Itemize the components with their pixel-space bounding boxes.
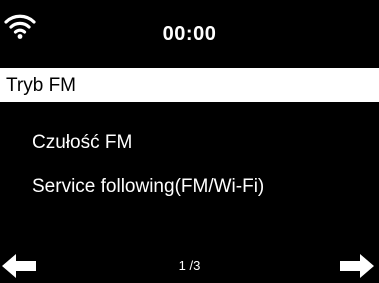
- menu-item-service-following[interactable]: Service following(FM/Wi-Fi): [32, 175, 264, 199]
- page-indicator: 1 /3: [178, 258, 201, 273]
- arrow-right-icon[interactable]: [338, 254, 374, 278]
- clock: 00:00: [162, 23, 217, 45]
- menu-title: Tryb FM: [6, 75, 77, 96]
- status-bar: 00:00: [0, 0, 379, 68]
- radio-display: 00:00 Tryb FM Czułość FM Service followi…: [0, 0, 379, 280]
- footer: 1 /3: [0, 250, 379, 280]
- menu-item-fm-sensitivity[interactable]: Czułość FM: [32, 131, 132, 155]
- menu-title-bar: Tryb FM: [0, 68, 379, 102]
